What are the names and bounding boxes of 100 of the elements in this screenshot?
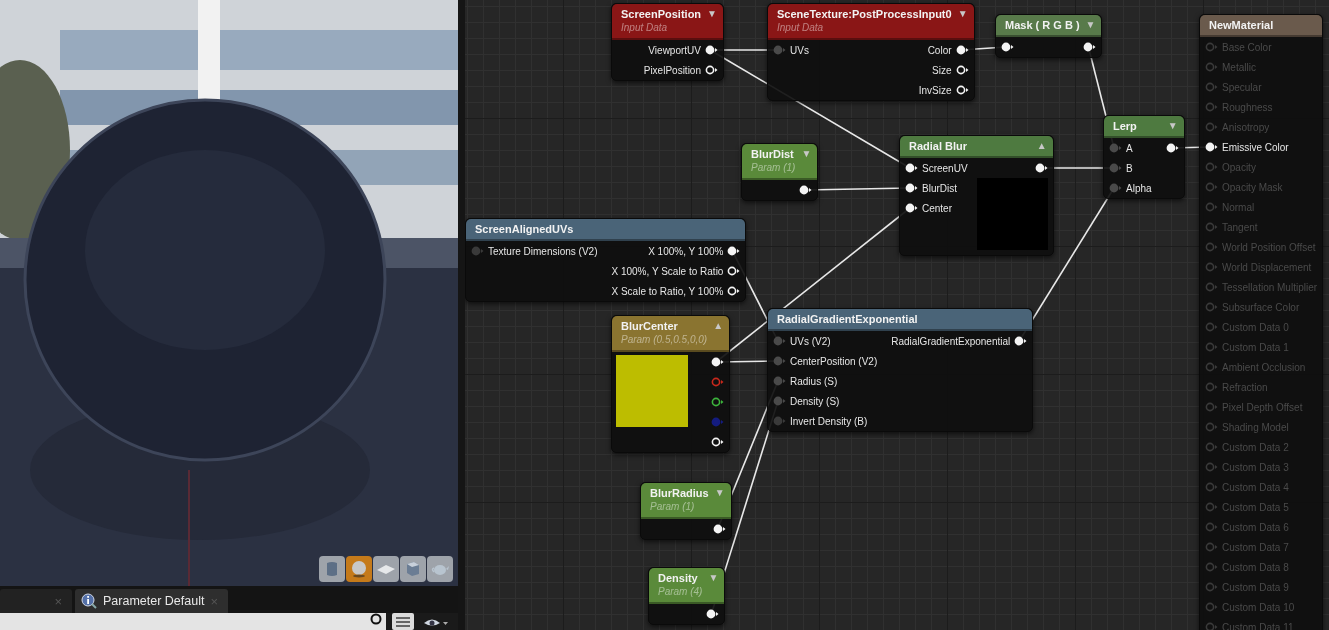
graph-node[interactable]: ScreenAlignedUVs Texture Dimensions (V2) X 100%, Y 100% X 100%, Y Scale to Ratio X Scale to Ratio, Y 100%	[465, 218, 747, 302]
pin-label: Center	[922, 202, 952, 214]
pin-label: BlurDist	[922, 182, 957, 194]
collapse-arrow[interactable]: ▼	[707, 7, 717, 21]
graph-node[interactable]: BlurDist Param (1) ▼	[741, 143, 819, 201]
preview-shape-button[interactable]	[427, 556, 453, 582]
pin-icon[interactable]	[711, 357, 725, 367]
node-title: ScreenPosition	[621, 7, 702, 21]
preview-shape-button[interactable]	[400, 556, 426, 582]
graph-node[interactable]: Mask ( R G B ) ▼	[995, 14, 1103, 58]
pin-icon[interactable]	[1001, 42, 1014, 52]
pin-label: InvSize	[918, 84, 952, 96]
pin-label: Alpha	[1126, 182, 1152, 194]
graph-node[interactable]: RadialGradientExponential UVs (V2) CenterPosition (V2) Radius (S) Density (S) Invert Density (B) RadialGradientExponential	[767, 308, 1034, 432]
node-title: Mask ( R G B )	[1005, 18, 1080, 32]
node-title: ScreenAlignedUVs	[475, 222, 574, 236]
pin-label: CenterPosition (V2)	[790, 355, 878, 367]
pin-label: Roughness	[1222, 101, 1273, 113]
pin-label: Texture Dimensions (V2)	[488, 245, 598, 257]
node-title: RadialGradientExponential	[777, 312, 918, 326]
node-title: Density	[658, 571, 699, 585]
collapse-arrow[interactable]: ▼	[957, 7, 968, 21]
pin-label: RadialGradientExponential	[891, 335, 1011, 347]
pin-icon[interactable]	[1083, 42, 1097, 52]
pin-label: PixelPosition	[643, 64, 701, 76]
pin-label: Anisotropy	[1222, 121, 1270, 133]
pin-label: Radius (S)	[790, 375, 838, 387]
pin-label: Refraction	[1222, 381, 1268, 393]
collapse-arrow[interactable]: ▼	[1085, 18, 1096, 32]
pin-icon[interactable]	[955, 65, 969, 75]
node-subtitle: Input Data	[777, 21, 825, 35]
node-title: BlurRadius	[650, 486, 709, 500]
node-graph-canvas[interactable]	[465, 0, 1329, 630]
preview-shape-button[interactable]	[319, 556, 345, 582]
search-field[interactable]	[0, 613, 386, 630]
sphere-icon	[349, 560, 369, 578]
pin-icon[interactable]	[705, 65, 718, 75]
pin-icon[interactable]	[905, 163, 918, 173]
panel-tab[interactable]: Parameter Default ×	[75, 589, 229, 613]
pin-icon[interactable]	[799, 185, 813, 195]
collapse-arrow[interactable]: ▲	[713, 319, 724, 333]
collapse-arrow[interactable]: ▼	[708, 571, 719, 585]
pin-label: Metallic	[1222, 61, 1256, 73]
graph-node[interactable]	[1199, 14, 1324, 630]
pin-icon[interactable]	[711, 397, 725, 407]
pin-label: A	[1126, 142, 1133, 154]
pin-icon[interactable]	[712, 524, 726, 534]
pin-icon[interactable]	[905, 183, 918, 193]
pin-icon[interactable]	[1034, 163, 1048, 173]
node-title: Lerp	[1113, 119, 1137, 133]
node-subtitle: Input Data	[621, 21, 669, 35]
graph-node[interactable]: BlurCenter Param (0.5,0.5,0,0) ▲	[611, 315, 731, 453]
pin-label: Color	[927, 44, 952, 56]
pin-icon[interactable]	[705, 45, 718, 55]
pin-label: UVs (V2)	[790, 335, 831, 347]
tab-label: Parameter Default	[103, 594, 205, 608]
pin-icon[interactable]	[706, 609, 720, 619]
node-subtitle: Param (1)	[650, 500, 696, 514]
pin-label: ScreenUV	[922, 162, 968, 174]
pin-label: Invert Density (B)	[790, 415, 868, 427]
pin-label: X 100%, Y Scale to Ratio	[611, 265, 724, 277]
pin-icon[interactable]	[955, 45, 969, 55]
pin-label: World Displacement	[1222, 261, 1312, 273]
graph-node[interactable]: Lerp ▼ A B Alpha	[1103, 115, 1185, 199]
graph-node[interactable]: Radial Blur ▲ ScreenUV BlurDist Center	[899, 135, 1054, 256]
graph-node[interactable]: Density Param (4) ▼	[648, 567, 726, 625]
collapse-arrow[interactable]: ▼	[801, 147, 812, 161]
pin-icon[interactable]	[955, 85, 969, 95]
pin-label: Emissive Color	[1222, 141, 1289, 153]
graph-node[interactable]: BlurRadius Param (1) ▼	[640, 482, 732, 540]
pin-label: B	[1126, 162, 1133, 174]
preview-shape-button[interactable]	[373, 556, 399, 582]
node-title: Radial Blur	[909, 139, 968, 153]
pin-icon[interactable]	[1165, 143, 1179, 153]
preview-shape-button[interactable]	[346, 556, 372, 582]
node-subtitle: Param (4)	[658, 585, 703, 599]
pin-label: X 100%, Y 100%	[648, 245, 724, 257]
node-subtitle: Param (1)	[751, 161, 796, 175]
pin-icon[interactable]	[727, 266, 741, 276]
pin-label: Ambient Occlusion	[1222, 361, 1306, 373]
pin-icon[interactable]	[727, 286, 741, 296]
list-view-button[interactable]	[392, 613, 414, 630]
pin-icon[interactable]	[727, 246, 741, 256]
node-title: SceneTexture:PostProcessInput0	[777, 7, 952, 21]
graph-node[interactable]: ScreenPosition Input Data ▼ ViewportUV PixelPosition	[611, 3, 724, 81]
close-icon[interactable]: ×	[54, 593, 62, 609]
pin-icon[interactable]	[711, 437, 725, 447]
pin-label: Size	[932, 64, 952, 76]
pin-label: ViewportUV	[648, 44, 701, 56]
node-subtitle: Param (0.5,0.5,0,0)	[621, 333, 708, 347]
info-icon	[81, 593, 97, 609]
pin-icon[interactable]	[1205, 142, 1218, 152]
list-icon	[395, 615, 411, 628]
collapse-arrow[interactable]: ▼	[714, 486, 725, 500]
panel-tab[interactable]: ×	[0, 589, 72, 613]
collapse-arrow[interactable]: ▼	[1167, 119, 1178, 133]
graph-node[interactable]: SceneTexture:PostProcessInput0 Input Data ▼ UVs Color Size InvSize	[767, 3, 975, 101]
pin-icon[interactable]	[1014, 336, 1028, 346]
collapse-arrow[interactable]: ▲	[1036, 139, 1047, 153]
pin-icon[interactable]	[905, 203, 918, 213]
